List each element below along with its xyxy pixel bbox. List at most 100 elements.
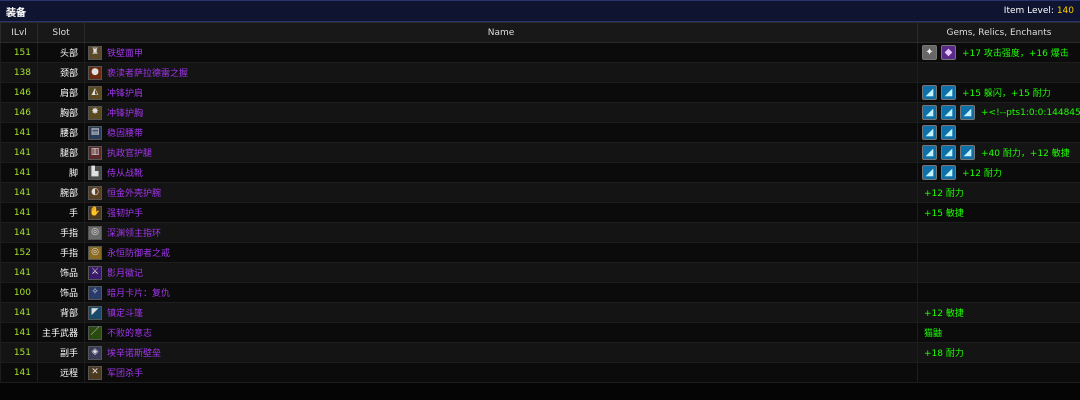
chest-icon[interactable]: ✸ bbox=[88, 105, 102, 120]
ring-icon[interactable]: ◎ bbox=[88, 225, 102, 240]
card-icon[interactable]: ✧ bbox=[88, 285, 102, 300]
item-name-link[interactable]: 军团杀手 bbox=[107, 366, 143, 379]
item-name-link[interactable]: 埃辛诺斯壁垒 bbox=[107, 346, 161, 359]
table-row: 141 手 ✋ 强韧护手 +15 敏捷 bbox=[0, 202, 1080, 223]
table-header-row: ILvl Slot Name Gems, Relics, Enchants bbox=[0, 22, 1080, 43]
table-row: 146 肩部 ◭ 冲锋护肩 ◢ ◢ +15 躲闪，+15 耐力 bbox=[0, 82, 1080, 103]
gem-socket-icon[interactable]: ◢ bbox=[922, 125, 937, 140]
ranged-icon[interactable]: ✕ bbox=[88, 365, 102, 380]
item-name-link[interactable]: 侍从战靴 bbox=[107, 166, 143, 179]
item-level: 141 bbox=[0, 302, 38, 323]
item-name-link[interactable]: 暗月卡片：复仇 bbox=[107, 286, 170, 299]
column-header-slot[interactable]: Slot bbox=[37, 22, 85, 43]
item-name-link[interactable]: 稳固腰带 bbox=[107, 126, 143, 139]
item-slot: 饰品 bbox=[37, 282, 85, 303]
gem-socket-icon[interactable]: ◢ bbox=[922, 145, 937, 160]
item-name-link[interactable]: 深渊领主指环 bbox=[107, 226, 161, 239]
item-level: 141 bbox=[0, 222, 38, 243]
legs-icon[interactable]: ▥ bbox=[88, 145, 102, 160]
gems-enchants-cell bbox=[917, 362, 1080, 383]
table-row: 141 脚 ▙ 侍从战靴 ◢ ◢ +12 耐力 bbox=[0, 162, 1080, 183]
item-name-cell: ● 亵渎者萨拉德雷之握 bbox=[84, 62, 918, 83]
item-name-link[interactable]: 铁壁面甲 bbox=[107, 46, 143, 59]
item-name-link[interactable]: 强韧护手 bbox=[107, 206, 143, 219]
gem-socket-icon[interactable]: ◢ bbox=[922, 105, 937, 120]
enchant-text: +<!--pts1:0:0:144845... bbox=[981, 107, 1080, 118]
necklace-icon[interactable]: ● bbox=[88, 65, 102, 80]
item-name-link[interactable]: 恒金外壳护腕 bbox=[107, 186, 161, 199]
gem-socket-icon[interactable]: ◢ bbox=[941, 145, 956, 160]
item-name-cell: ✸ 冲锋护胸 bbox=[84, 102, 918, 123]
item-name-link[interactable]: 永恒防御者之戒 bbox=[107, 246, 170, 259]
column-header-ilvl[interactable]: ILvl bbox=[0, 22, 38, 43]
panel-header: 装备 Item Level: 140 bbox=[0, 0, 1080, 22]
item-level: 152 bbox=[0, 242, 38, 263]
item-name-cell: ◭ 冲锋护肩 bbox=[84, 82, 918, 103]
enchant-text: +15 躲闪，+15 耐力 bbox=[962, 89, 1051, 99]
item-slot: 肩部 bbox=[37, 82, 85, 103]
shield-icon[interactable]: ◈ bbox=[88, 345, 102, 360]
gems-enchants-cell: ✦ ◆ +17 攻击强度，+16 爆击 bbox=[917, 42, 1080, 63]
gems-enchants-cell bbox=[917, 242, 1080, 263]
gem-socket-icon[interactable]: ◢ bbox=[941, 85, 956, 100]
weapon-icon[interactable]: ／ bbox=[88, 325, 102, 340]
column-header-gems[interactable]: Gems, Relics, Enchants bbox=[917, 22, 1080, 43]
gem-socket-icon[interactable]: ◆ bbox=[941, 45, 956, 60]
gems-enchants-cell: ◢ ◢ ◢ +40 耐力，+12 敏捷 bbox=[917, 142, 1080, 163]
gem-socket-icon[interactable]: ✦ bbox=[922, 45, 937, 60]
gem-socket-icon[interactable]: ◢ bbox=[922, 165, 937, 180]
gem-socket-icon[interactable]: ◢ bbox=[960, 105, 975, 120]
item-level: 141 bbox=[0, 262, 38, 283]
gems-enchants-cell bbox=[917, 222, 1080, 243]
item-level: 100 bbox=[0, 282, 38, 303]
gem-socket-icon[interactable]: ◢ bbox=[941, 125, 956, 140]
gem-socket-icon[interactable]: ◢ bbox=[941, 105, 956, 120]
gems-enchants-cell: ◢ ◢ bbox=[917, 122, 1080, 143]
belt-icon[interactable]: ▤ bbox=[88, 125, 102, 140]
enchant-text: +12 耐力 bbox=[924, 189, 964, 199]
item-name-link[interactable]: 亵渎者萨拉德雷之握 bbox=[107, 66, 188, 79]
shoulder-icon[interactable]: ◭ bbox=[88, 85, 102, 100]
enchant-text: +12 敏捷 bbox=[924, 309, 964, 319]
enchant-text: +17 攻击强度，+16 爆击 bbox=[962, 49, 1069, 59]
gem-socket-icon[interactable]: ◢ bbox=[960, 145, 975, 160]
item-slot: 远程 bbox=[37, 362, 85, 383]
item-level: 146 bbox=[0, 82, 38, 103]
table-row: 138 颈部 ● 亵渎者萨拉德雷之握 bbox=[0, 62, 1080, 83]
item-level: 141 bbox=[0, 142, 38, 163]
item-slot: 手指 bbox=[37, 222, 85, 243]
gems-enchants-cell: +12 敏捷 bbox=[917, 302, 1080, 323]
enchant-text: +18 耐力 bbox=[924, 349, 964, 359]
item-level: 141 bbox=[0, 122, 38, 143]
table-row: 100 饰品 ✧ 暗月卡片：复仇 bbox=[0, 282, 1080, 303]
item-slot: 手指 bbox=[37, 242, 85, 263]
item-level: 151 bbox=[0, 42, 38, 63]
item-name-link[interactable]: 冲锋护肩 bbox=[107, 86, 143, 99]
ring-icon[interactable]: ◎ bbox=[88, 245, 102, 260]
item-name-link[interactable]: 镇定斗篷 bbox=[107, 306, 143, 319]
item-name-link[interactable]: 影月徽记 bbox=[107, 266, 143, 279]
trinket-icon[interactable]: ⚔ bbox=[88, 265, 102, 280]
item-slot: 胸部 bbox=[37, 102, 85, 123]
column-header-name[interactable]: Name bbox=[84, 22, 918, 43]
item-level: 141 bbox=[0, 162, 38, 183]
item-level: 141 bbox=[0, 182, 38, 203]
item-name-cell: ◤ 镇定斗篷 bbox=[84, 302, 918, 323]
item-name-link[interactable]: 不败的意志 bbox=[107, 326, 152, 339]
item-name-cell: ◐ 恒金外壳护腕 bbox=[84, 182, 918, 203]
gems-enchants-cell: +15 敏捷 bbox=[917, 202, 1080, 223]
boots-icon[interactable]: ▙ bbox=[88, 165, 102, 180]
gem-socket-icon[interactable]: ◢ bbox=[941, 165, 956, 180]
cloak-icon[interactable]: ◤ bbox=[88, 305, 102, 320]
bracer-icon[interactable]: ◐ bbox=[88, 185, 102, 200]
item-level: 146 bbox=[0, 102, 38, 123]
gloves-icon[interactable]: ✋ bbox=[88, 205, 102, 220]
item-name-link[interactable]: 冲锋护胸 bbox=[107, 106, 143, 119]
gem-socket-icon[interactable]: ◢ bbox=[922, 85, 937, 100]
item-level-value: 140 bbox=[1056, 6, 1074, 16]
helmet-icon[interactable]: ♜ bbox=[88, 45, 102, 60]
item-name-link[interactable]: 执政官护腿 bbox=[107, 146, 152, 159]
gems-enchants-cell bbox=[917, 62, 1080, 83]
item-level: 141 bbox=[0, 322, 38, 343]
equipment-panel: 装备 Item Level: 140 ILvl Slot Name Gems, … bbox=[0, 0, 1080, 400]
